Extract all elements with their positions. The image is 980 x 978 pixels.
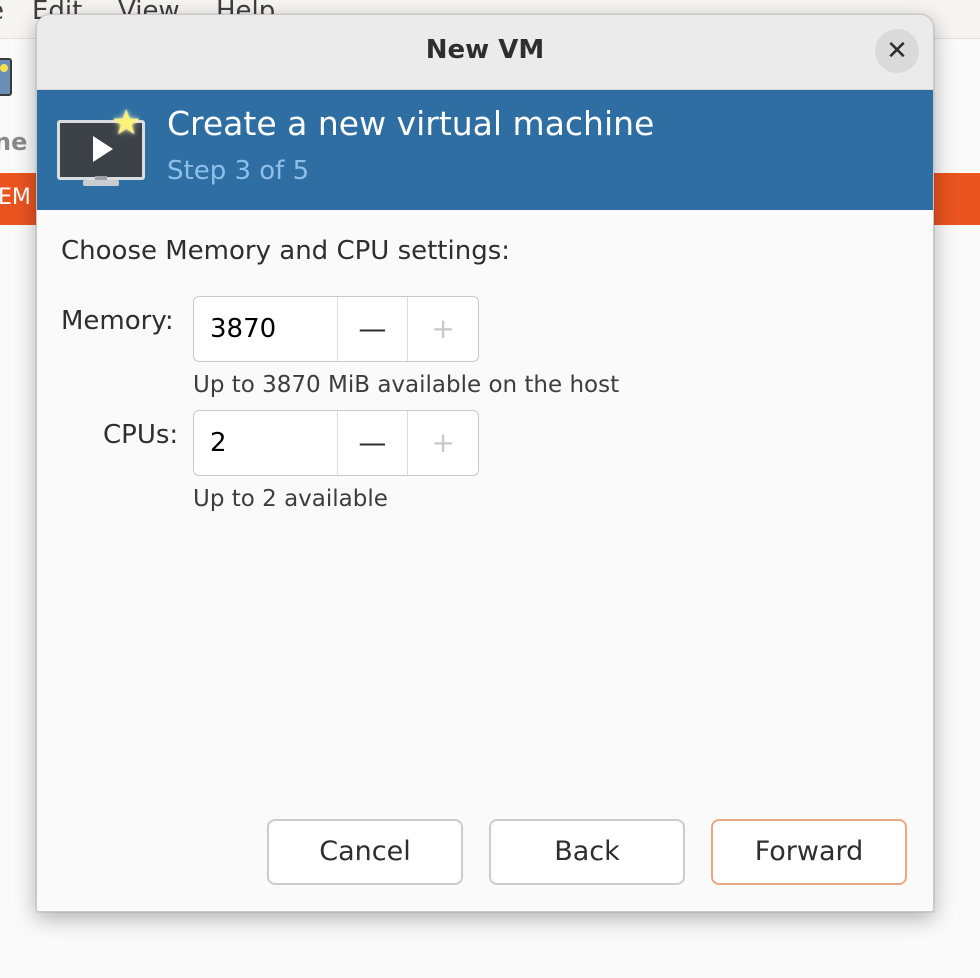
back-button[interactable]: Back [489,819,685,885]
cancel-button[interactable]: Cancel [267,819,463,885]
play-icon [93,136,113,162]
star-icon: ★ [111,103,142,143]
close-button[interactable]: ✕ [875,29,919,73]
cpus-spinbutton[interactable]: 2 — + [193,410,479,476]
memory-spinbutton[interactable]: 3870 — + [193,296,479,362]
cpus-increment-button[interactable]: + [407,411,478,475]
column-header-name[interactable]: ne [0,128,27,156]
monitor-stand [83,180,119,186]
memory-hint: Up to 3870 MiB available on the host [193,372,620,398]
cpus-decrement-button[interactable]: — [338,411,408,475]
memory-increment-button[interactable]: + [407,297,478,361]
banner-title: Create a new virtual machine [167,104,655,143]
dialog-titlebar[interactable]: New VM ✕ [37,15,933,90]
wizard-banner: ★ Create a new virtual machine Step 3 of… [37,90,933,210]
menu-file[interactable]: e [0,0,4,26]
section-label: Choose Memory and CPU settings: [61,236,511,266]
vm-row-label: EM [0,185,31,210]
memory-decrement-button[interactable]: — [338,297,408,361]
new-vm-toolbar-icon[interactable] [0,58,12,96]
new-vm-dialog: New VM ✕ ★ Create a new virtual machine … [36,14,934,912]
cpus-label: CPUs: [103,420,179,450]
cpus-input[interactable]: 2 [194,411,338,475]
step-indicator: Step 3 of 5 [167,156,310,186]
memory-label: Memory: [61,306,174,336]
cpus-hint: Up to 2 available [193,486,388,512]
memory-input[interactable]: 3870 [194,297,338,361]
close-icon: ✕ [886,36,908,66]
forward-button[interactable]: Forward [711,819,907,885]
dialog-title: New VM [425,35,545,65]
